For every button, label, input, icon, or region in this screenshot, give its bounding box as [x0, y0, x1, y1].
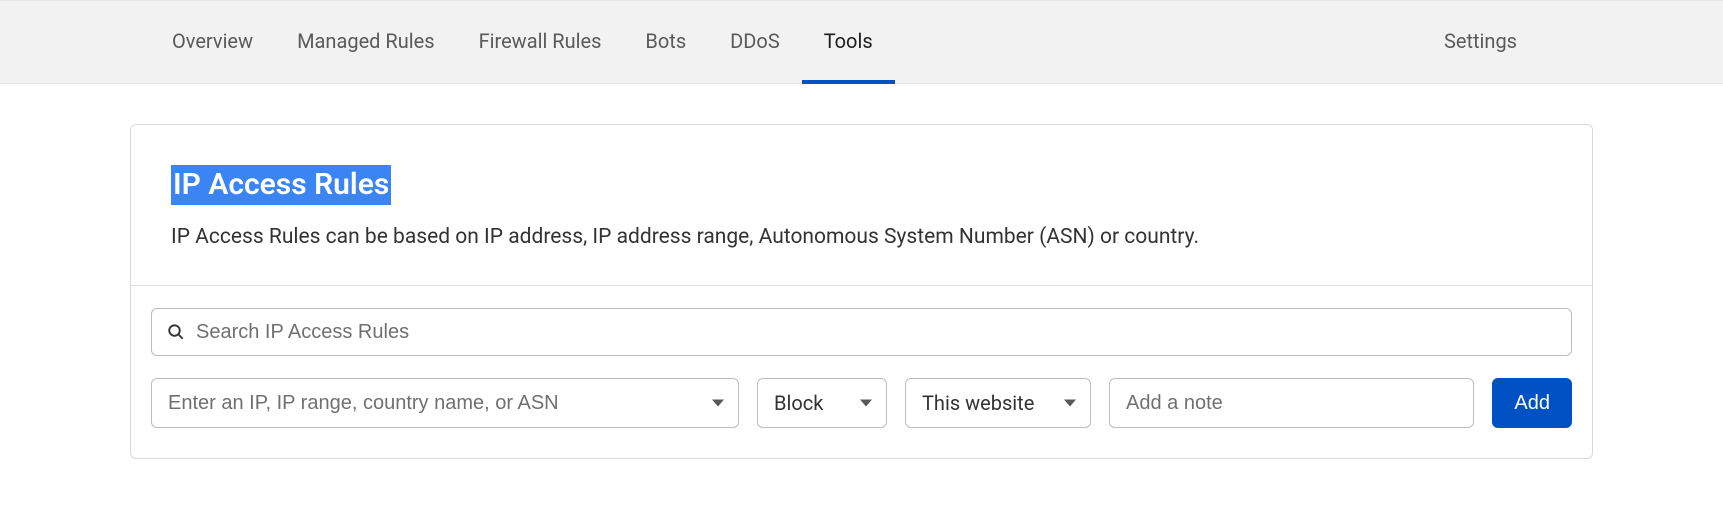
add-rule-form: Block This website Add — [151, 378, 1572, 428]
tab-managed-rules[interactable]: Managed Rules — [275, 1, 456, 84]
tab-ddos[interactable]: DDoS — [708, 1, 802, 84]
note-input-field[interactable] — [1109, 378, 1474, 428]
firewall-tabbar: Overview Managed Rules Firewall Rules Bo… — [0, 0, 1723, 84]
ip-input[interactable] — [152, 379, 738, 427]
card-title: IP Access Rules — [171, 165, 391, 205]
card-body: Block This website Add — [131, 286, 1592, 458]
tab-overview[interactable]: Overview — [150, 1, 275, 84]
tabbar-left: Overview Managed Rules Firewall Rules Bo… — [150, 1, 895, 83]
card-header: IP Access Rules IP Access Rules can be b… — [131, 125, 1592, 285]
search-input[interactable] — [151, 308, 1572, 356]
action-select-value: Block — [758, 391, 886, 415]
tab-settings[interactable]: Settings — [1422, 1, 1573, 84]
note-input[interactable] — [1110, 379, 1473, 427]
card-description: IP Access Rules can be based on IP addre… — [171, 225, 1552, 249]
search-row — [151, 308, 1572, 356]
tab-bots[interactable]: Bots — [623, 1, 708, 84]
ip-access-rules-card: IP Access Rules IP Access Rules can be b… — [130, 124, 1593, 459]
ip-input-field[interactable] — [151, 378, 739, 428]
tabbar-spacer — [895, 1, 1422, 83]
action-select[interactable]: Block — [757, 378, 887, 428]
tab-firewall-rules[interactable]: Firewall Rules — [457, 1, 624, 84]
scope-select-value: This website — [906, 391, 1090, 415]
scope-select[interactable]: This website — [905, 378, 1091, 428]
tab-tools[interactable]: Tools — [802, 1, 895, 84]
search-icon — [167, 323, 185, 341]
add-button[interactable]: Add — [1492, 378, 1572, 428]
content-wrap: IP Access Rules IP Access Rules can be b… — [0, 84, 1723, 459]
